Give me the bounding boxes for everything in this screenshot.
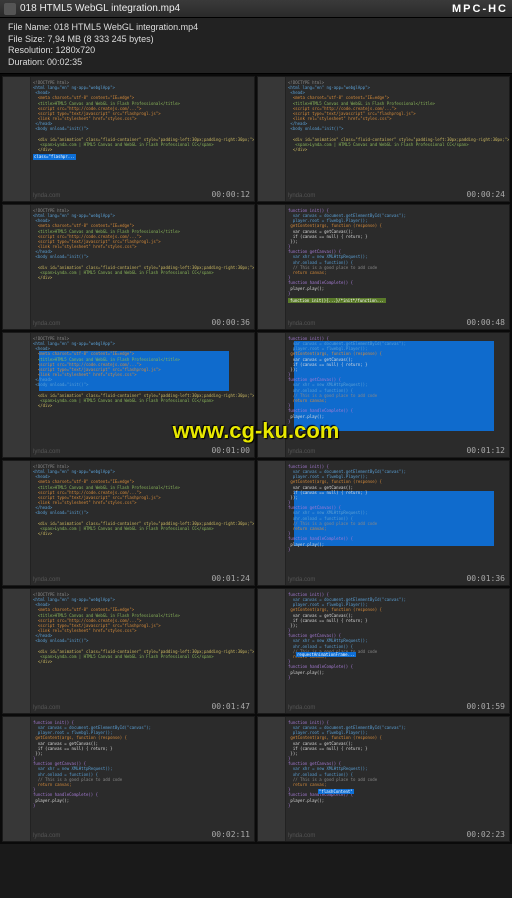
- editor-sidebar: [258, 77, 286, 201]
- source-label: lynda.com: [33, 193, 60, 199]
- timestamp: 00:01:12: [466, 446, 505, 455]
- window-title: 018 HTML5 WebGL integration.mp4: [20, 3, 180, 14]
- thumbnail[interactable]: <!DOCTYPE html><html lang="en" ng-app="w…: [2, 204, 255, 330]
- info-duration: Duration: 00:02:35: [8, 57, 504, 69]
- source-label: lynda.com: [33, 321, 60, 327]
- code-editor: function init() { var canvas = document.…: [31, 717, 254, 841]
- code-editor: <!DOCTYPE html><html lang="en" ng-app="w…: [31, 461, 254, 585]
- thumbnail[interactable]: function init() { var canvas = document.…: [257, 204, 510, 330]
- thumbnail-grid: <!DOCTYPE html><html lang="en" ng-app="w…: [0, 74, 512, 844]
- thumbnail[interactable]: function init() { var canvas = document.…: [257, 716, 510, 842]
- timestamp: 00:00:48: [466, 318, 505, 327]
- thumbnail[interactable]: <!DOCTYPE html><html lang="en" ng-app="w…: [2, 460, 255, 586]
- code-editor: <!DOCTYPE html><html lang="en" ng-app="w…: [31, 205, 254, 329]
- timestamp: 00:01:47: [211, 702, 250, 711]
- editor-sidebar: [3, 205, 31, 329]
- thumbnail[interactable]: <!DOCTYPE html><html lang="en" ng-app="w…: [2, 332, 255, 458]
- info-resolution: Resolution: 1280x720: [8, 45, 504, 57]
- source-label: lynda.com: [33, 449, 60, 455]
- code-editor: function init() { var canvas = document.…: [286, 461, 509, 585]
- source-label: lynda.com: [288, 321, 315, 327]
- source-label: lynda.com: [288, 705, 315, 711]
- code-editor: <!DOCTYPE html><html lang="en" ng-app="w…: [286, 77, 509, 201]
- code-editor: function init() { var canvas = document.…: [286, 717, 509, 841]
- editor-sidebar: [258, 205, 286, 329]
- editor-sidebar: [3, 77, 31, 201]
- source-label: lynda.com: [288, 449, 315, 455]
- editor-sidebar: [3, 461, 31, 585]
- source-label: lynda.com: [288, 833, 315, 839]
- timestamp: 00:02:23: [466, 830, 505, 839]
- editor-sidebar: [3, 333, 31, 457]
- code-editor: function init() { var canvas = document.…: [286, 589, 509, 713]
- thumbnail[interactable]: <!DOCTYPE html><html lang="en" ng-app="w…: [2, 76, 255, 202]
- code-editor: <!DOCTYPE html><html lang="en" ng-app="w…: [31, 77, 254, 201]
- editor-sidebar: [258, 461, 286, 585]
- timestamp: 00:00:12: [211, 190, 250, 199]
- info-filename: File Name: 018 HTML5 WebGL integration.m…: [8, 22, 504, 34]
- timestamp: 00:01:24: [211, 574, 250, 583]
- thumbnail[interactable]: function init() { var canvas = document.…: [257, 460, 510, 586]
- source-label: lynda.com: [288, 577, 315, 583]
- app-icon: [4, 3, 16, 15]
- source-label: lynda.com: [33, 577, 60, 583]
- timestamp: 00:00:24: [466, 190, 505, 199]
- thumbnail[interactable]: function init() { var canvas = document.…: [257, 332, 510, 458]
- editor-sidebar: [258, 333, 286, 457]
- titlebar: 018 HTML5 WebGL integration.mp4 MPC-HC: [0, 0, 512, 18]
- source-label: lynda.com: [33, 833, 60, 839]
- timestamp: 00:00:36: [211, 318, 250, 327]
- timestamp: 00:01:00: [211, 446, 250, 455]
- code-editor: function init() { var canvas = document.…: [286, 333, 509, 457]
- info-filesize: File Size: 7,94 MB (8 333 245 bytes): [8, 34, 504, 46]
- app-logo: MPC-HC: [452, 3, 508, 15]
- thumbnail[interactable]: <!DOCTYPE html><html lang="en" ng-app="w…: [257, 76, 510, 202]
- file-info-bar: File Name: 018 HTML5 WebGL integration.m…: [0, 18, 512, 74]
- timestamp: 00:01:36: [466, 574, 505, 583]
- code-editor: <!DOCTYPE html><html lang="en" ng-app="w…: [31, 589, 254, 713]
- source-label: lynda.com: [288, 193, 315, 199]
- code-editor: <!DOCTYPE html><html lang="en" ng-app="w…: [31, 333, 254, 457]
- timestamp: 00:02:11: [211, 830, 250, 839]
- editor-sidebar: [258, 717, 286, 841]
- editor-sidebar: [258, 589, 286, 713]
- editor-sidebar: [3, 589, 31, 713]
- thumbnail[interactable]: function init() { var canvas = document.…: [2, 716, 255, 842]
- source-label: lynda.com: [33, 705, 60, 711]
- timestamp: 00:01:59: [466, 702, 505, 711]
- thumbnail[interactable]: function init() { var canvas = document.…: [257, 588, 510, 714]
- code-editor: function init() { var canvas = document.…: [286, 205, 509, 329]
- thumbnail[interactable]: <!DOCTYPE html><html lang="en" ng-app="w…: [2, 588, 255, 714]
- editor-sidebar: [3, 717, 31, 841]
- title-left: 018 HTML5 WebGL integration.mp4: [4, 3, 180, 15]
